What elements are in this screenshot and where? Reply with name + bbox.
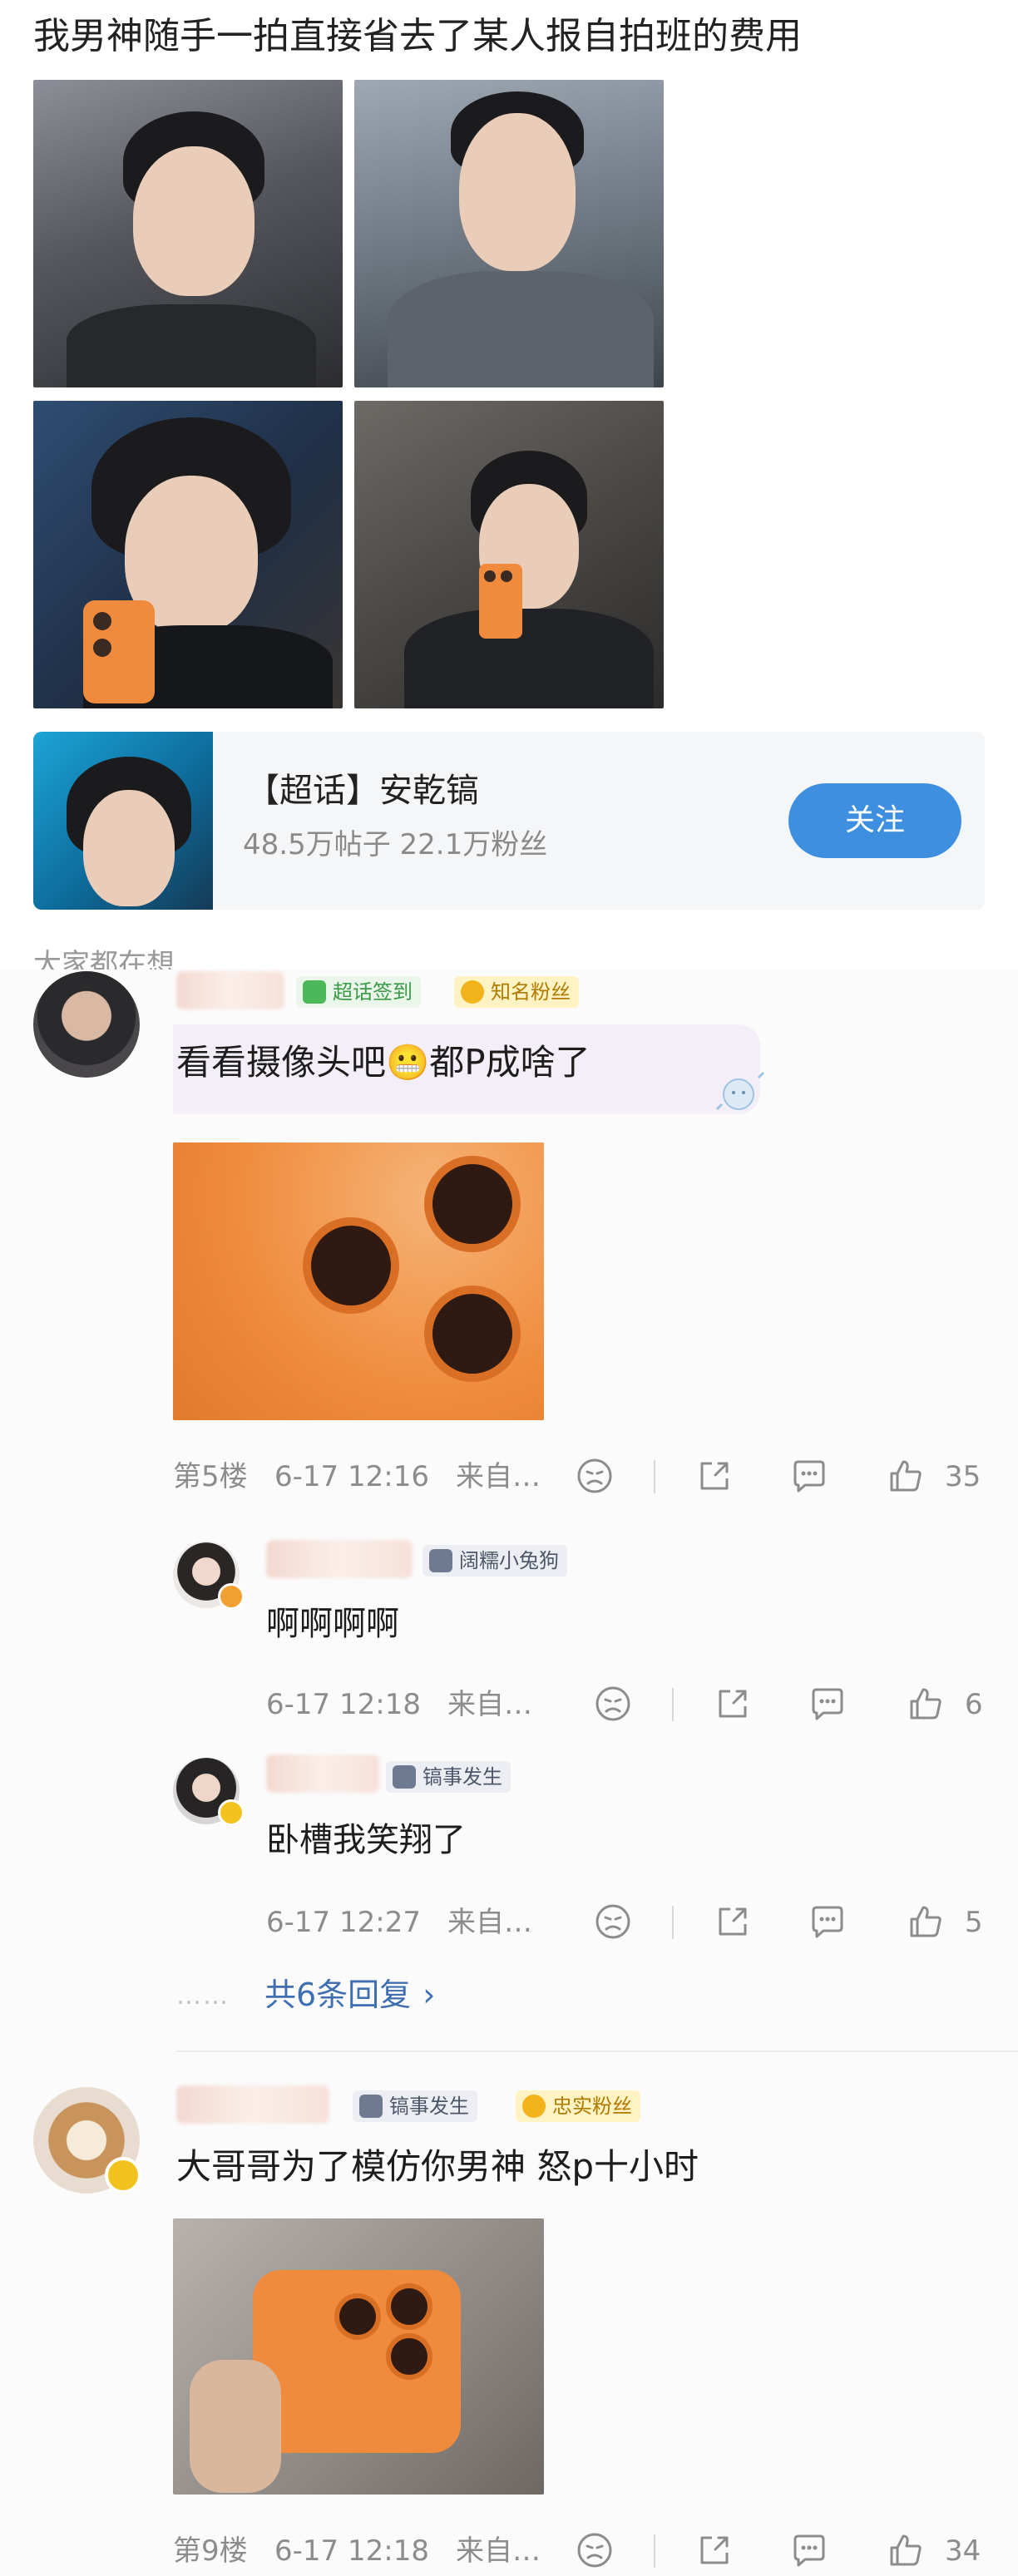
- dislike-icon[interactable]: [594, 1902, 632, 1941]
- like-icon[interactable]: [907, 1685, 945, 1723]
- post-photo-3[interactable]: [33, 401, 343, 708]
- like-count: 6: [965, 1688, 983, 1721]
- post-title: 我男神随手一拍直接省去了某人报自拍班的费用: [33, 15, 802, 57]
- like-count: 35: [945, 1460, 981, 1493]
- badge-group: 镐事发生: [386, 1761, 511, 1793]
- badge-fan-level: 忠实粉丝: [516, 2090, 640, 2122]
- timestamp: 6-17 12:16: [274, 1460, 429, 1493]
- badge-group: 镐事发生: [353, 2090, 477, 2122]
- source-text: 来自…: [447, 1906, 532, 1939]
- more-replies-dots: ……: [176, 1981, 230, 2011]
- bubble-decoration-icon: [709, 1068, 768, 1118]
- badge-checkin: 超话签到: [296, 976, 421, 1008]
- cloud-icon: [429, 1549, 452, 1572]
- comment-icon[interactable]: [790, 1457, 828, 1495]
- source-text: 来自…: [447, 1688, 532, 1721]
- timestamp: 6-17 12:27: [266, 1906, 421, 1939]
- badge-group: 阔糯小兔狗: [423, 1545, 567, 1577]
- username-blurred[interactable]: [266, 1754, 379, 1793]
- comment-icon[interactable]: [790, 2531, 828, 2569]
- dislike-icon[interactable]: [576, 2531, 614, 2569]
- verified-badge-icon: [218, 1583, 245, 1610]
- reply-text: 卧槽我笑翔了: [266, 1821, 466, 1859]
- verified-badge-icon: [218, 1799, 245, 1826]
- truncated-text: 大家都在想: [33, 948, 175, 970]
- badge-fan-level: 知名粉丝: [454, 976, 579, 1008]
- chevron-right-icon: ›: [423, 1976, 436, 2013]
- share-icon[interactable]: [695, 1457, 734, 1495]
- fan-level-icon: [461, 980, 484, 1004]
- divider: [654, 1460, 655, 1493]
- comment-text: 大哥哥为了模仿你男神 怒p十小时: [176, 2146, 699, 2187]
- avatar[interactable]: [33, 971, 140, 1078]
- comment-divider: [176, 2050, 1018, 2052]
- post-photo-4[interactable]: [354, 401, 664, 708]
- super-topic-thumbnail: [33, 732, 213, 910]
- share-icon[interactable]: [714, 1902, 752, 1941]
- comment-image[interactable]: [173, 1142, 544, 1420]
- like-icon[interactable]: [887, 2531, 925, 2569]
- timestamp: 6-17 12:18: [274, 2534, 429, 2568]
- username-blurred[interactable]: [176, 971, 284, 1009]
- like-icon[interactable]: [907, 1902, 945, 1941]
- like-count: 5: [965, 1906, 983, 1939]
- source-text: 来自…: [456, 1460, 541, 1493]
- like-icon[interactable]: [887, 1457, 925, 1495]
- dislike-icon[interactable]: [576, 1457, 614, 1495]
- share-icon[interactable]: [714, 1685, 752, 1723]
- floor-number: 第9楼: [173, 2534, 248, 2568]
- calendar-check-icon: [359, 2095, 383, 2118]
- calendar-check-icon: [393, 1765, 416, 1789]
- check-icon: [303, 980, 326, 1004]
- more-replies-link[interactable]: 共6条回复 ›: [264, 1974, 435, 2016]
- post-photo-1[interactable]: [33, 80, 343, 387]
- divider: [672, 1688, 674, 1721]
- comment-text: 看看摄像头吧😬都P成啥了: [176, 1042, 591, 1083]
- comment-icon[interactable]: [808, 1902, 847, 1941]
- comment-icon[interactable]: [808, 1685, 847, 1723]
- super-topic-name[interactable]: 【超话】安乾镐: [246, 768, 479, 813]
- like-count: 34: [945, 2534, 981, 2568]
- timestamp: 6-17 12:18: [266, 1688, 421, 1721]
- dislike-icon[interactable]: [594, 1685, 632, 1723]
- divider: [654, 2534, 655, 2568]
- username-blurred[interactable]: [266, 1540, 413, 1578]
- post-photo-2[interactable]: [354, 80, 664, 387]
- floor-number: 第5楼: [173, 1460, 248, 1493]
- comment-image[interactable]: [173, 2218, 544, 2495]
- verified-badge-icon: [105, 2157, 141, 2194]
- share-icon[interactable]: [695, 2531, 734, 2569]
- reply-text: 啊啊啊啊: [266, 1605, 399, 1643]
- username-blurred[interactable]: [176, 2085, 329, 2124]
- super-topic-stats: 48.5万帖子 22.1万粉丝: [243, 828, 548, 861]
- follow-button[interactable]: 关注: [788, 783, 961, 858]
- fan-level-icon: [522, 2095, 546, 2118]
- divider: [672, 1906, 674, 1939]
- source-text: 来自…: [456, 2534, 541, 2568]
